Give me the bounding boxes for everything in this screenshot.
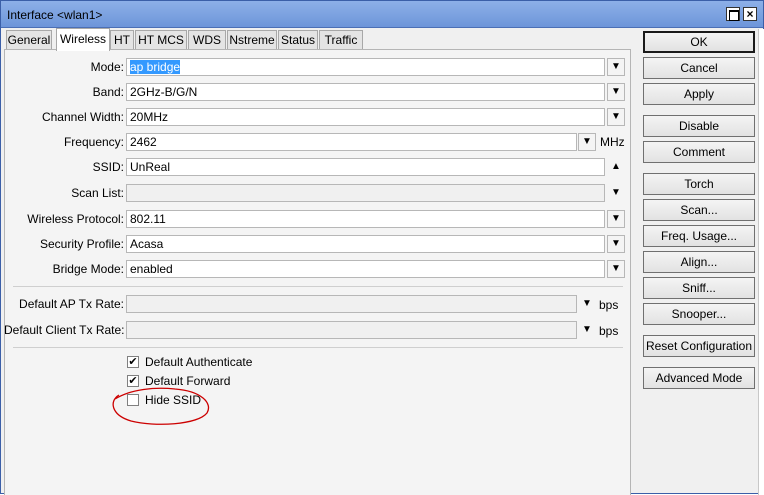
band-dropdown-icon[interactable]: ▼ [607, 83, 625, 101]
channel-width-select[interactable]: 20MHz [126, 108, 605, 126]
default-authenticate-checkbox[interactable]: ✔ [127, 356, 139, 368]
tab-wds[interactable]: WDS [188, 30, 226, 50]
frequency-select[interactable]: 2462 [126, 133, 577, 151]
wireless-protocol-label: Wireless Protocol: [27, 212, 124, 226]
frequency-dropdown-icon[interactable]: ▼ [578, 133, 596, 151]
security-profile-dropdown-icon[interactable]: ▼ [607, 235, 625, 253]
default-client-tx-rate-dropdown-icon[interactable]: ▼ [581, 324, 593, 336]
ok-button[interactable]: OK [643, 31, 755, 53]
default-ap-tx-rate-dropdown-icon[interactable]: ▼ [581, 298, 593, 310]
default-client-tx-rate-input[interactable] [126, 321, 577, 339]
bridge-mode-label: Bridge Mode: [52, 262, 124, 276]
maximize-icon[interactable] [726, 7, 740, 21]
scan-list-input[interactable] [126, 184, 605, 202]
cancel-button[interactable]: Cancel [643, 57, 755, 79]
background-window-edge [758, 29, 764, 495]
frequency-label: Frequency: [63, 135, 124, 149]
torch-button[interactable]: Torch [643, 173, 755, 195]
freq-usage-button[interactable]: Freq. Usage... [643, 225, 755, 247]
ssid-input[interactable]: UnReal [126, 158, 605, 176]
comment-button[interactable]: Comment [643, 141, 755, 163]
tab-general[interactable]: General [6, 30, 52, 50]
tab-ht-mcs[interactable]: HT MCS [135, 30, 187, 50]
reset-configuration-button[interactable]: Reset Configuration [643, 335, 755, 357]
frequency-unit: MHz [600, 135, 625, 149]
divider [13, 286, 623, 287]
bridge-mode-dropdown-icon[interactable]: ▼ [607, 260, 625, 278]
default-client-tx-rate-label: Default Client Tx Rate: [4, 323, 125, 337]
wireless-panel: Mode: ap bridge ▼ Band: 2GHz-B/G/N ▼ Cha… [4, 49, 631, 495]
default-ap-tx-rate-unit: bps [599, 298, 619, 312]
red-annotation-circle [112, 387, 210, 425]
tab-ht[interactable]: HT [110, 30, 134, 50]
tab-wireless[interactable]: Wireless [56, 28, 110, 51]
default-ap-tx-rate-input[interactable] [126, 295, 577, 313]
channel-width-dropdown-icon[interactable]: ▼ [607, 108, 625, 126]
align-button[interactable]: Align... [643, 251, 755, 273]
default-authenticate-label: Default Authenticate [145, 355, 253, 369]
mode-dropdown-icon[interactable]: ▼ [607, 58, 625, 76]
wireless-protocol-dropdown-icon[interactable]: ▼ [607, 210, 625, 228]
sniff-button[interactable]: Sniff... [643, 277, 755, 299]
band-label: Band: [92, 85, 124, 99]
band-select[interactable]: 2GHz-B/G/N [126, 83, 605, 101]
channel-width-label: Channel Width: [41, 110, 124, 124]
scan-list-label: Scan List: [71, 186, 124, 200]
interface-window: Interface <wlan1> × General Wireless HT … [0, 0, 764, 495]
disable-button[interactable]: Disable [643, 115, 755, 137]
default-client-tx-rate-unit: bps [599, 324, 619, 338]
tab-nstreme[interactable]: Nstreme [227, 30, 277, 50]
mode-label: Mode: [90, 60, 124, 74]
bridge-mode-select[interactable]: enabled [126, 260, 605, 278]
tab-traffic[interactable]: Traffic [319, 30, 363, 50]
advanced-mode-button[interactable]: Advanced Mode [643, 367, 755, 389]
ssid-collapse-icon[interactable]: ▲ [610, 161, 622, 173]
window-title: Interface <wlan1> [7, 8, 103, 22]
apply-button[interactable]: Apply [643, 83, 755, 105]
title-bar[interactable]: Interface <wlan1> × [1, 1, 763, 28]
mode-select[interactable]: ap bridge [126, 58, 605, 76]
security-profile-select[interactable]: Acasa [126, 235, 605, 253]
close-icon[interactable]: × [743, 7, 757, 21]
scan-button[interactable]: Scan... [643, 199, 755, 221]
ssid-label: SSID: [92, 160, 124, 174]
security-profile-label: Security Profile: [39, 237, 124, 251]
wireless-protocol-select[interactable]: 802.11 [126, 210, 605, 228]
tab-status[interactable]: Status [278, 30, 318, 50]
default-ap-tx-rate-label: Default AP Tx Rate: [19, 297, 124, 311]
scan-list-dropdown-icon[interactable]: ▼ [610, 187, 622, 199]
snooper-button[interactable]: Snooper... [643, 303, 755, 325]
divider [13, 347, 623, 348]
